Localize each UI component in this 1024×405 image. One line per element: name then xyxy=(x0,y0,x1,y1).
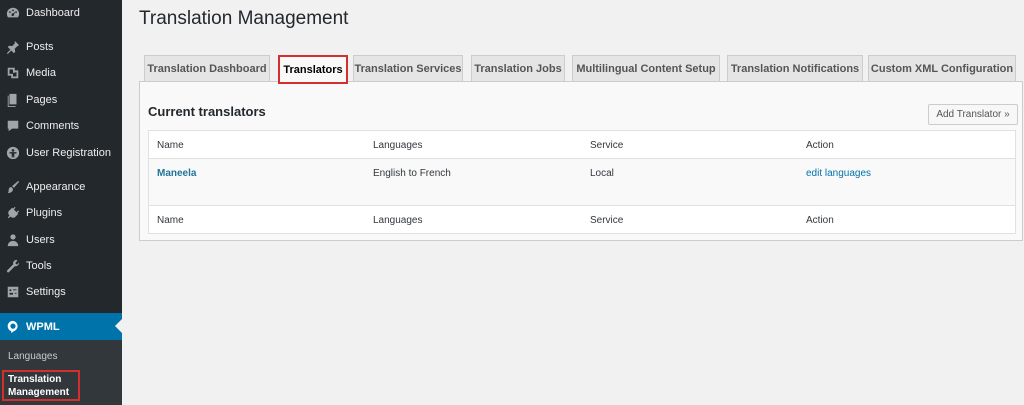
menu-label: Appearance xyxy=(26,181,86,193)
page-title: Translation Management xyxy=(139,8,349,29)
menu-item-comments[interactable]: Comments xyxy=(0,113,122,139)
translator-name-link[interactable]: Maneela xyxy=(157,168,196,179)
menu-label: Settings xyxy=(26,286,66,298)
tab-translation-notifications[interactable]: Translation Notifications xyxy=(727,55,863,82)
translator-languages: English to French xyxy=(373,168,451,179)
panel-heading: Current translators xyxy=(148,104,266,119)
table-row: Maneela English to French Local edit lan… xyxy=(149,159,1015,205)
media-icon xyxy=(6,66,20,80)
tab-translators[interactable]: Translators xyxy=(278,55,348,84)
pin-icon xyxy=(6,40,20,54)
menu-label: User Registration xyxy=(26,147,111,159)
translators-table: Name Languages Service Action Maneela En… xyxy=(148,130,1016,234)
tab-translation-services[interactable]: Translation Services xyxy=(353,55,463,82)
menu-item-media[interactable]: Media xyxy=(0,60,122,86)
menu-item-settings[interactable]: Settings xyxy=(0,279,122,305)
wrench-icon xyxy=(6,259,20,273)
menu-label: Dashboard xyxy=(26,7,80,19)
column-header-action: Action xyxy=(806,140,834,151)
translator-service: Local xyxy=(590,168,614,179)
tab-custom-xml-configuration[interactable]: Custom XML Configuration xyxy=(868,55,1016,82)
pages-icon xyxy=(6,93,20,107)
column-footer-languages: Languages xyxy=(373,215,423,226)
column-header-name: Name xyxy=(157,140,184,151)
table-footer-row: Name Languages Service Action xyxy=(149,205,1015,233)
menu-item-user-registration[interactable]: User Registration xyxy=(0,140,122,166)
menu-item-posts[interactable]: Posts xyxy=(0,34,122,60)
add-translator-button[interactable]: Add Translator » xyxy=(928,104,1018,125)
menu-label: Pages xyxy=(26,94,58,106)
tab-translation-jobs[interactable]: Translation Jobs xyxy=(471,55,565,82)
menu-item-wpml[interactable]: WPML xyxy=(0,313,122,340)
menu-label: WPML xyxy=(26,320,60,333)
column-footer-name: Name xyxy=(157,215,184,226)
menu-item-pages[interactable]: Pages xyxy=(0,87,122,113)
wpml-icon xyxy=(6,320,20,334)
column-footer-action: Action xyxy=(806,215,834,226)
plugin-icon xyxy=(6,206,20,220)
table-header-row: Name Languages Service Action xyxy=(149,131,1015,159)
column-footer-service: Service xyxy=(590,215,624,226)
brush-icon xyxy=(6,180,20,194)
users-icon xyxy=(6,233,20,247)
menu-item-users[interactable]: Users xyxy=(0,227,122,253)
menu-item-tools[interactable]: Tools xyxy=(0,253,122,279)
menu-label: Users xyxy=(26,234,55,246)
column-header-service: Service xyxy=(590,140,624,151)
user-registration-icon xyxy=(6,146,20,160)
tab-translation-dashboard[interactable]: Translation Dashboard xyxy=(144,55,270,82)
menu-label: Media xyxy=(26,67,56,79)
dashboard-icon xyxy=(6,6,20,20)
comment-icon xyxy=(6,119,20,133)
menu-item-plugins[interactable]: Plugins xyxy=(0,200,122,226)
menu-label: Plugins xyxy=(26,207,63,219)
tab-multilingual-content-setup[interactable]: Multilingual Content Setup xyxy=(572,55,720,82)
column-header-languages: Languages xyxy=(373,140,423,151)
settings-icon xyxy=(6,285,20,299)
submenu-highlight-box xyxy=(2,370,80,401)
edit-languages-link[interactable]: edit languages xyxy=(806,168,871,179)
translators-panel: Current translators Add Translator » Nam… xyxy=(139,81,1023,241)
menu-item-dashboard[interactable]: Dashboard xyxy=(0,0,122,26)
menu-item-appearance[interactable]: Appearance xyxy=(0,174,122,200)
menu-label: Tools xyxy=(26,260,52,272)
submenu-item-languages[interactable]: Languages xyxy=(8,351,58,362)
admin-sidebar: Dashboard Posts Media Pages Comments Use… xyxy=(0,0,122,405)
menu-label: Comments xyxy=(26,120,80,132)
menu-label: Posts xyxy=(26,41,54,53)
